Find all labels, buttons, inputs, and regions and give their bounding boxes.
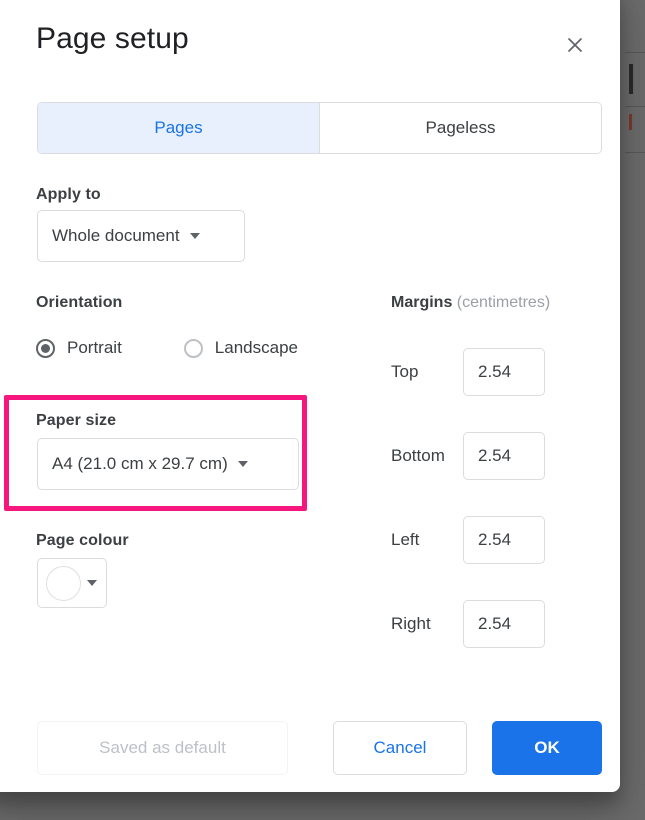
apply-to-value: Whole document [52,226,180,245]
margin-row-left: Left [391,516,606,564]
margin-label-bottom: Bottom [391,446,445,465]
radio-landscape-label: Landscape [214,338,298,357]
cancel-button[interactable]: Cancel [333,721,467,775]
radio-landscape[interactable]: Landscape [183,338,298,358]
apply-to-label: Apply to [36,186,101,203]
radio-portrait[interactable]: Portrait [36,338,122,358]
margins-title: Margins [391,294,453,311]
paper-size-value: A4 (21.0 cm x 29.7 cm) [52,454,228,473]
margins-unit: (centimetres) [456,294,551,311]
paper-size-label: Paper size [36,412,117,429]
margin-input-left[interactable] [463,516,545,564]
layout-mode-tabs: Pages Pageless [37,102,602,154]
page-title: Page setup [36,22,189,55]
orientation-label: Orientation [36,294,123,311]
chevron-down-icon [87,580,97,586]
background-fragment [629,114,632,130]
apply-to-dropdown[interactable]: Whole document [37,210,245,262]
ok-button[interactable]: OK [492,721,602,775]
margin-label-left: Left [391,530,420,549]
margin-input-top[interactable] [463,348,545,396]
margin-label-top: Top [391,362,419,381]
colour-swatch [46,565,81,601]
tab-pageless[interactable]: Pageless [319,103,601,153]
radio-portrait-label: Portrait [67,338,122,357]
chevron-down-icon [189,233,200,239]
paper-size-dropdown[interactable]: A4 (21.0 cm x 29.7 cm) [37,438,299,490]
page-colour-label: Page colour [36,532,129,549]
page-colour-swatch-button[interactable] [37,558,107,608]
saved-as-default-label: Saved as default [99,738,226,757]
background-fragment [629,64,633,94]
saved-as-default-button[interactable]: Saved as default [37,721,288,775]
margin-row-right: Right [391,600,606,648]
radio-landscape-indicator [183,338,203,358]
radio-portrait-indicator [36,338,55,358]
cancel-label: Cancel [373,738,427,757]
tab-pages[interactable]: Pages [38,103,319,153]
margins-heading: Margins (centimetres) [391,294,550,312]
chevron-down-icon [237,461,248,467]
page-setup-dialog: Page setup Pages Pageless Apply to Whole… [0,0,620,792]
margin-row-bottom: Bottom [391,432,606,480]
margin-row-top: Top [391,348,606,396]
ok-label: OK [534,738,560,757]
close-icon[interactable] [558,28,592,62]
background-fragment [625,52,645,53]
dialog-header: Page setup [0,0,620,94]
margin-input-right[interactable] [463,600,545,648]
margin-label-right: Right [391,614,431,633]
background-fragment [625,106,645,107]
tab-pages-label: Pages [154,118,203,137]
orientation-radio-group: Portrait Landscape [36,338,298,358]
margin-input-bottom[interactable] [463,432,545,480]
background-fragment [625,152,645,153]
tab-pageless-label: Pageless [425,118,496,137]
